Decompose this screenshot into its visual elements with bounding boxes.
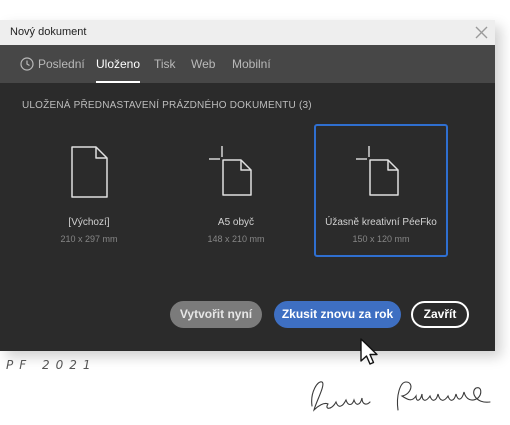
tab-label: Mobilní	[232, 57, 271, 71]
close-window-button[interactable]	[468, 20, 495, 45]
preset-card-default[interactable]: [Výchozí] 210 x 297 mm	[22, 124, 156, 257]
title-bar: Nový dokument	[0, 20, 495, 46]
tab-label: Poslední	[38, 57, 85, 71]
tab-label: Web	[191, 57, 216, 71]
clock-icon	[20, 57, 34, 71]
tab-label: Uloženo	[96, 57, 141, 71]
document-with-crop-marks-icon	[209, 146, 252, 196]
preset-card-a5[interactable]: A5 obyč 148 x 210 mm	[169, 124, 303, 257]
document-icon	[71, 146, 108, 198]
preset-size: 150 x 120 mm	[352, 234, 410, 244]
section-heading: ULOŽENÁ PŘEDNASTAVENÍ PRÁZDNÉHO DOKUMENT…	[22, 100, 312, 111]
preset-name: [Výchozí]	[68, 217, 110, 228]
tab-print[interactable]: Tisk	[154, 45, 176, 83]
preset-name: A5 obyč	[217, 217, 255, 228]
handwritten-signature	[311, 381, 491, 412]
preset-size: 148 x 210 mm	[207, 234, 265, 244]
document-with-crop-marks-icon	[356, 146, 399, 196]
tab-saved[interactable]: Uloženo	[96, 45, 141, 83]
preset-name: Úžasně kreativní PéeFko	[325, 217, 437, 228]
close-icon	[475, 26, 488, 39]
window-title: Nový dokument	[10, 26, 87, 38]
mouse-pointer-icon	[360, 338, 378, 365]
pf-greeting: PF 2021	[6, 358, 97, 372]
preset-card-pf[interactable]: Úžasně kreativní PéeFko 150 x 120 mm	[314, 124, 448, 257]
tab-label: Tisk	[154, 57, 176, 71]
create-now-button[interactable]: Vytvořit nyní	[170, 301, 262, 328]
close-button[interactable]: Zavřít	[411, 301, 469, 328]
tab-web[interactable]: Web	[191, 45, 215, 83]
try-again-next-year-button[interactable]: Zkusit znovu za rok	[274, 301, 401, 328]
preset-size: 210 x 297 mm	[60, 234, 118, 244]
tab-bar: Poslední Uloženo Tisk Web Mobilní	[0, 45, 495, 83]
new-document-dialog: Nový dokument Poslední Uloženo Tisk Web …	[0, 20, 495, 351]
tab-mobile[interactable]: Mobilní	[232, 45, 271, 83]
tab-recent[interactable]: Poslední	[20, 45, 85, 83]
